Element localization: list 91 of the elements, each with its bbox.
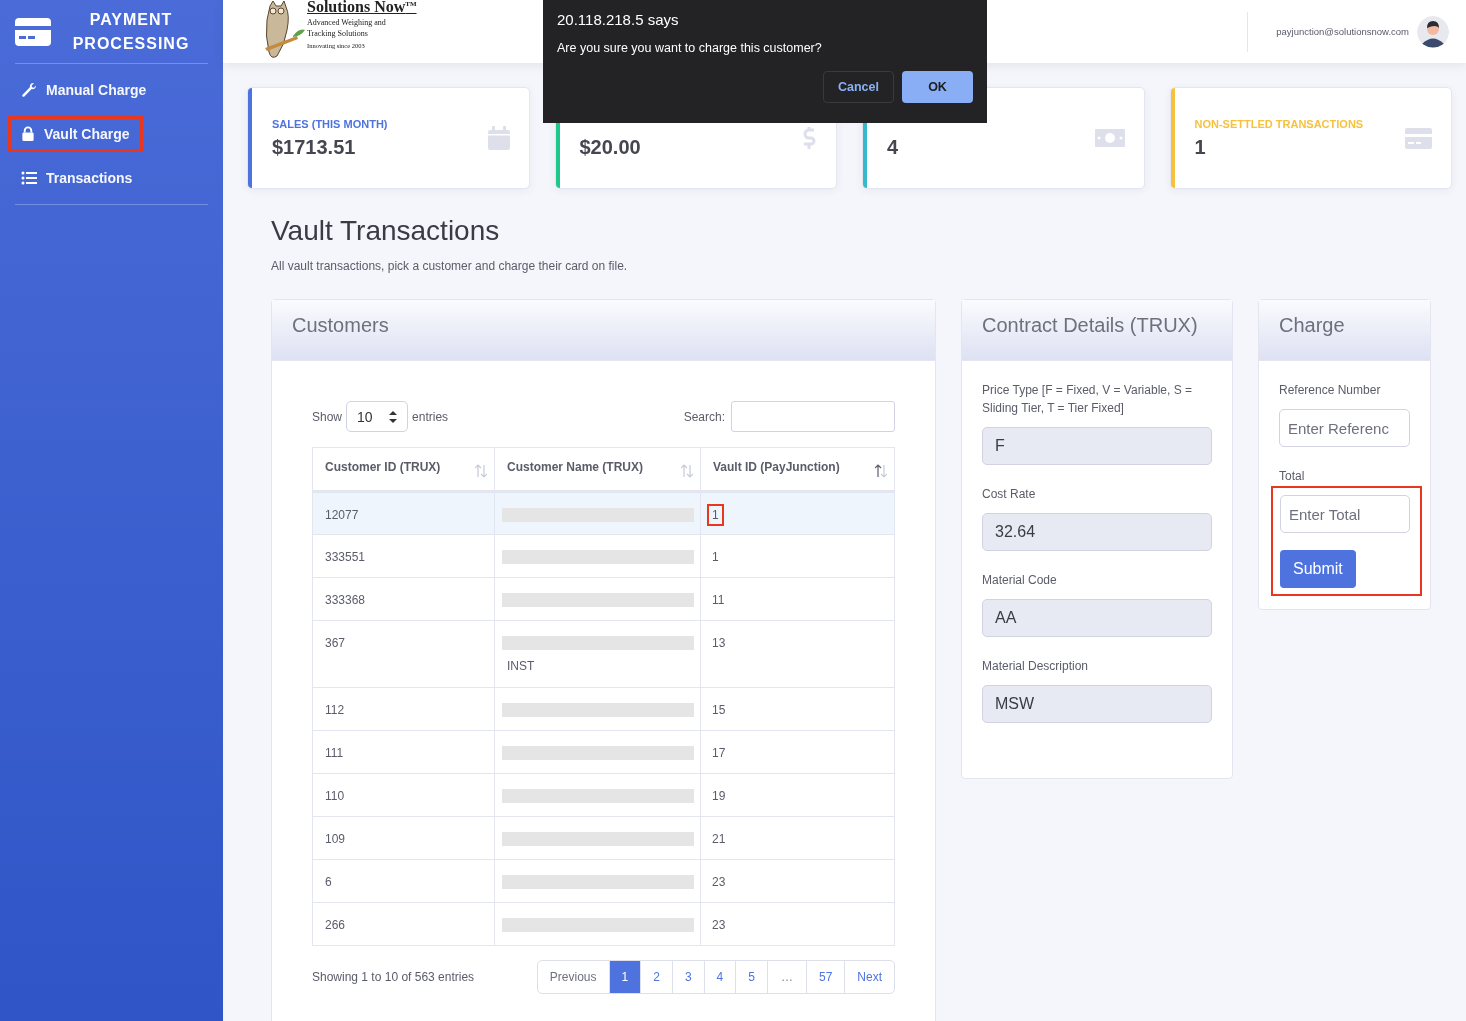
page-link[interactable]: Next xyxy=(844,961,894,993)
field-label: Price Type [F = Fixed, V = Variable, S = Sliding Tier, T = Tier Fixed] xyxy=(982,382,1193,417)
nav-item[interactable]: Vault Charge xyxy=(8,116,143,152)
table-cell-text: 13 xyxy=(711,635,727,652)
wrench-icon xyxy=(21,82,37,98)
table-cell: 109 xyxy=(312,816,495,860)
table-row[interactable]: 111 17 xyxy=(312,730,895,774)
table-row[interactable]: 367 INST 13 xyxy=(312,620,895,688)
table-cell-text: 21 xyxy=(711,831,727,848)
panel-header: Customers xyxy=(272,300,935,361)
table-cell: 6 xyxy=(312,859,495,903)
table-cell: 266 xyxy=(312,902,495,946)
page-subtitle: All vault transactions, pick a customer and charge their card on file. xyxy=(271,259,629,273)
table-row[interactable]: 12077 1 xyxy=(312,491,895,535)
stat-value: $1713.51 xyxy=(272,135,357,159)
logo-tagline: Advanced Weighing and Tracking Solutions xyxy=(307,17,387,40)
table-row[interactable]: 333368 11 xyxy=(312,577,895,621)
entries-select[interactable]: 10 xyxy=(346,401,409,432)
field-label: Total xyxy=(1279,468,1306,485)
dollar-icon xyxy=(802,126,817,150)
search-label: Search: xyxy=(683,409,725,424)
table-cell: 1 xyxy=(707,504,724,526)
input-field[interactable]: Enter Total xyxy=(1280,495,1410,533)
search-field[interactable] xyxy=(731,401,895,432)
stat-label: SALES (THIS MONTH) xyxy=(272,117,389,130)
brand-title: PAYMENT PROCESSING xyxy=(71,9,191,54)
table-info: Showing 1 to 10 of 563 entries xyxy=(312,970,475,984)
table-cell: 333551 xyxy=(312,534,495,578)
show-label: Show xyxy=(312,409,343,424)
input-field[interactable]: MSW xyxy=(982,685,1212,723)
banknote-icon xyxy=(1094,129,1125,147)
input-field[interactable]: AA xyxy=(982,599,1212,637)
table-row[interactable]: 110 19 xyxy=(312,773,895,817)
logo-name: Solutions Now$^{TM}$ xyxy=(307,0,417,14)
field-label: Reference Number xyxy=(1279,382,1382,399)
table-cell-text: 15 xyxy=(711,702,727,719)
table-row[interactable]: 112 15 xyxy=(312,687,895,731)
table-cell-text: 17 xyxy=(711,745,727,762)
page-link[interactable]: 5 xyxy=(735,961,767,993)
page-link[interactable]: 3 xyxy=(671,961,704,993)
panel-header: Charge xyxy=(1259,300,1430,361)
table-cell: 112 xyxy=(312,687,495,731)
calendar-icon xyxy=(487,126,510,150)
avatar-icon xyxy=(1417,15,1449,48)
stat-value: 4 xyxy=(887,136,900,159)
ok-button[interactable]: OK xyxy=(902,71,973,103)
submit-button[interactable]: Submit xyxy=(1280,550,1356,588)
input-field[interactable]: 32.64 xyxy=(982,513,1212,551)
table-row[interactable]: 6 23 xyxy=(312,859,895,903)
page-link[interactable]: 1 xyxy=(608,961,641,993)
pagination-ellipsis[interactable]: … xyxy=(766,961,806,993)
credit-card-icon xyxy=(15,17,51,46)
table-row[interactable]: 333551 1 xyxy=(312,534,895,578)
table-cell: 111 xyxy=(312,730,495,774)
page-link[interactable]: 57 xyxy=(805,961,845,993)
entries-label: entries xyxy=(412,409,449,424)
page-link[interactable]: 4 xyxy=(703,961,736,993)
input-field[interactable]: Enter Referenc xyxy=(1279,409,1410,447)
list-icon xyxy=(21,170,37,186)
table-row[interactable]: 109 21 xyxy=(312,816,895,860)
stat-label: NON-SETTLED TRANSACTIONS xyxy=(1194,117,1365,130)
table-cell: 12077 xyxy=(312,491,495,535)
page-link[interactable]: 2 xyxy=(640,961,672,993)
table-cell-text: INST xyxy=(506,658,536,675)
lock-icon xyxy=(21,126,35,142)
field-label: Material Code xyxy=(982,572,1058,589)
nav-item[interactable]: Manual Charge xyxy=(8,72,160,108)
table-cell-text: 23 xyxy=(711,874,727,891)
user-email[interactable]: payjunction@solutionsnow.com xyxy=(1276,26,1409,37)
table-cell: 367 xyxy=(312,620,495,688)
table-cell-text: 11 xyxy=(711,592,726,609)
page-link[interactable]: Previous xyxy=(537,961,609,993)
table-cell-text: 1 xyxy=(711,549,720,566)
stat-value: 1 xyxy=(1194,135,1207,159)
table-cell-text: 19 xyxy=(711,788,727,805)
table-cell-text: 23 xyxy=(711,917,727,934)
dialog-title: 20.118.218.5 says xyxy=(557,11,680,28)
field-label: Material Description xyxy=(982,658,1090,675)
nav-item[interactable]: Transactions xyxy=(8,160,146,196)
sort-caret-icon xyxy=(389,410,398,423)
field-label: Cost Rate xyxy=(982,486,1037,503)
credit-card-icon xyxy=(1405,127,1432,149)
table-cell: 110 xyxy=(312,773,495,817)
table-row[interactable]: 266 23 xyxy=(312,902,895,946)
dialog-message: Are you sure you want to charge this customer? xyxy=(557,41,823,55)
cancel-button[interactable]: Cancel xyxy=(823,71,894,103)
table-cell: 333368 xyxy=(312,577,495,621)
stat-value: $20.00 xyxy=(579,136,642,159)
panel-header: Contract Details (TRUX) xyxy=(962,300,1232,361)
page-title: Vault Transactions xyxy=(271,215,501,247)
input-field[interactable]: F xyxy=(982,427,1212,465)
